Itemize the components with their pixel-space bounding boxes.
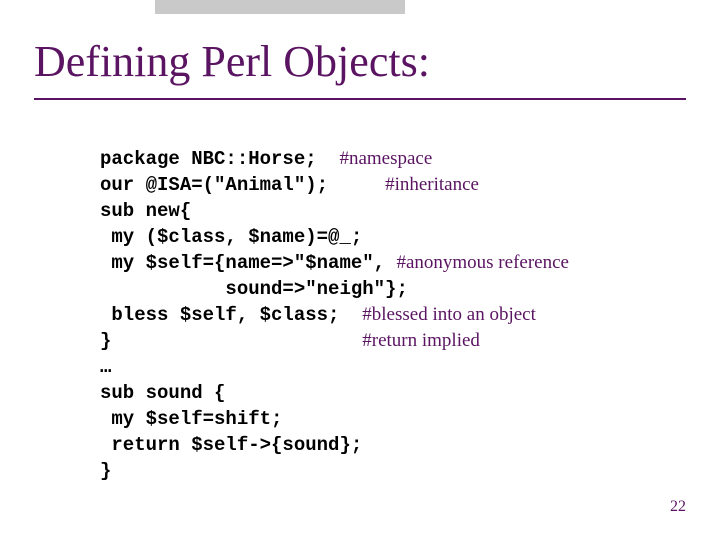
code-line-1-kw: package NBC::Horse; [100,148,317,170]
code-line-2-cmt: #inheritance [385,174,479,195]
code-line-8-pad [111,330,362,352]
decorative-bar [155,0,405,14]
code-line-12-kw: return $self->{sound}; [100,434,362,456]
code-line-9-kw: … [100,356,111,378]
code-line-2-pad [328,174,385,196]
code-line-7-cmt: #blessed into an object [362,304,536,325]
code-line-8-cmt: #return implied [362,330,480,351]
code-line-3-kw: sub new{ [100,200,191,222]
code-line-4-kw: my ($class, $name)=@_; [100,226,362,248]
code-block: package NBC::Horse; #namespace our @ISA=… [100,146,569,484]
code-line-2-kw: our @ISA=("Animal"); [100,174,328,196]
code-line-5-cmt: #anonymous reference [396,252,569,273]
code-line-1-pad [317,148,340,170]
code-line-7-pad [339,304,362,326]
code-line-8-kw: } [100,330,111,352]
code-line-11-kw: my $self=shift; [100,408,282,430]
slide: Defining Perl Objects: package NBC::Hors… [0,0,720,540]
title-underline [34,98,686,100]
code-line-6-kw: sound=>"neigh"}; [100,278,408,300]
code-line-10-kw: sub sound { [100,382,225,404]
page-number: 22 [670,498,686,516]
slide-title: Defining Perl Objects: [34,36,430,87]
code-line-1-cmt: #namespace [339,148,432,169]
code-line-13-kw: } [100,460,111,482]
code-line-5-kw: my $self={name=>"$name", [100,252,396,274]
code-line-7-kw: bless $self, $class; [100,304,339,326]
